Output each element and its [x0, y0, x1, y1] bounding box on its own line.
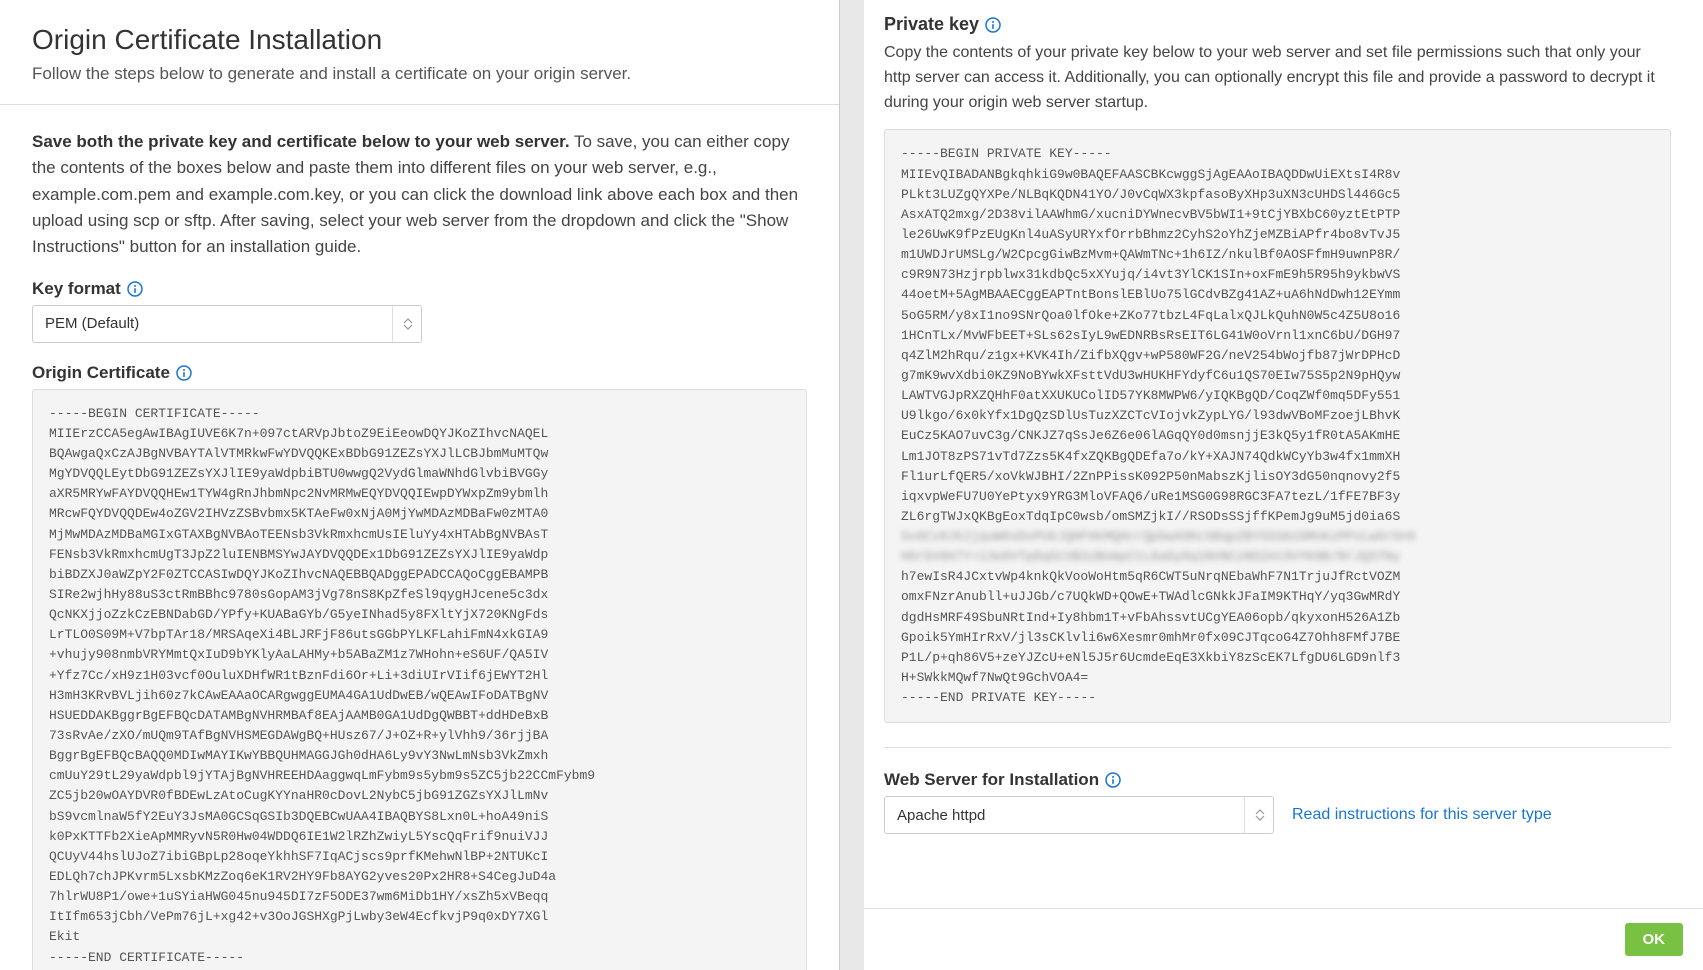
- private-key-heading: Private key: [884, 14, 1671, 35]
- modal-header: Origin Certificate Installation Follow t…: [0, 0, 839, 105]
- origin-cert-label: Origin Certificate: [32, 363, 807, 383]
- info-icon[interactable]: [985, 17, 1001, 33]
- modal-title: Origin Certificate Installation: [32, 24, 807, 56]
- private-key-text-bottom: h7ewIsR4JCxtvWp4knkQkVooWoHtm5qR6CWT5uNr…: [901, 569, 1400, 705]
- private-key-text-top: -----BEGIN PRIVATE KEY----- MIIEvQIBADAN…: [901, 146, 1400, 524]
- info-icon[interactable]: [127, 281, 143, 297]
- webserver-row: Read instructions for this server type: [884, 796, 1671, 834]
- info-icon[interactable]: [176, 365, 192, 381]
- private-key-desc: Copy the contents of your private key be…: [884, 41, 1671, 115]
- webserver-select-wrap: [884, 796, 1274, 834]
- info-icon[interactable]: [1105, 772, 1121, 788]
- save-instructions-bold: Save both the private key and certificat…: [32, 132, 570, 151]
- save-instructions: Save both the private key and certificat…: [32, 129, 807, 261]
- left-panel: Origin Certificate Installation Follow t…: [0, 0, 840, 970]
- right-panel: Private key Copy the contents of your pr…: [864, 0, 1703, 970]
- key-format-select-wrap: [32, 305, 422, 343]
- divider: [884, 747, 1671, 748]
- origin-cert-textbox[interactable]: -----BEGIN CERTIFICATE----- MIIErzCCA5eg…: [32, 389, 807, 970]
- webserver-label: Web Server for Installation: [884, 770, 1671, 790]
- private-key-text-blurred: Sv6Cv0Jk2jquW0sDvPUkJQHFHkMQHcrQpbwXOKcS…: [901, 529, 1416, 564]
- webserver-select[interactable]: [884, 796, 1274, 834]
- right-body: Private key Copy the contents of your pr…: [864, 0, 1703, 908]
- key-format-select[interactable]: [32, 305, 422, 343]
- modal-footer: OK: [864, 908, 1703, 970]
- left-body: Save both the private key and certificat…: [0, 105, 839, 970]
- key-format-label: Key format: [32, 279, 807, 299]
- modal-subtitle: Follow the steps below to generate and i…: [32, 64, 807, 84]
- ok-button[interactable]: OK: [1625, 923, 1684, 956]
- private-key-textbox[interactable]: -----BEGIN PRIVATE KEY----- MIIEvQIBADAN…: [884, 129, 1671, 723]
- read-instructions-link[interactable]: Read instructions for this server type: [1292, 806, 1552, 824]
